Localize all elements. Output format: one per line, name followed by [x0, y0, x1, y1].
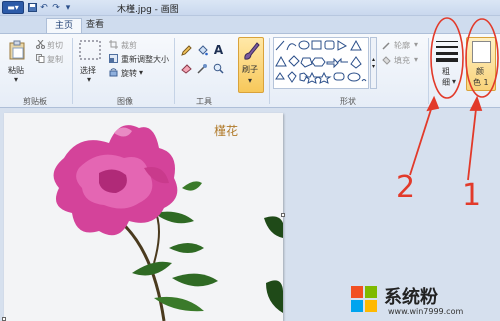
annotation-ellipses	[430, 17, 499, 99]
red-annotations	[409, 17, 499, 181]
annotation-arrows	[409, 95, 483, 181]
annotation-number-2: 2	[396, 170, 416, 205]
watermark-text: 系统粉	[384, 287, 438, 308]
watermark: 系统粉 www.win7999.com	[348, 281, 498, 319]
windows-logo-icon	[350, 285, 378, 313]
annotation-number-1: 1	[462, 178, 482, 213]
watermark-url: www.win7999.com	[388, 307, 464, 316]
